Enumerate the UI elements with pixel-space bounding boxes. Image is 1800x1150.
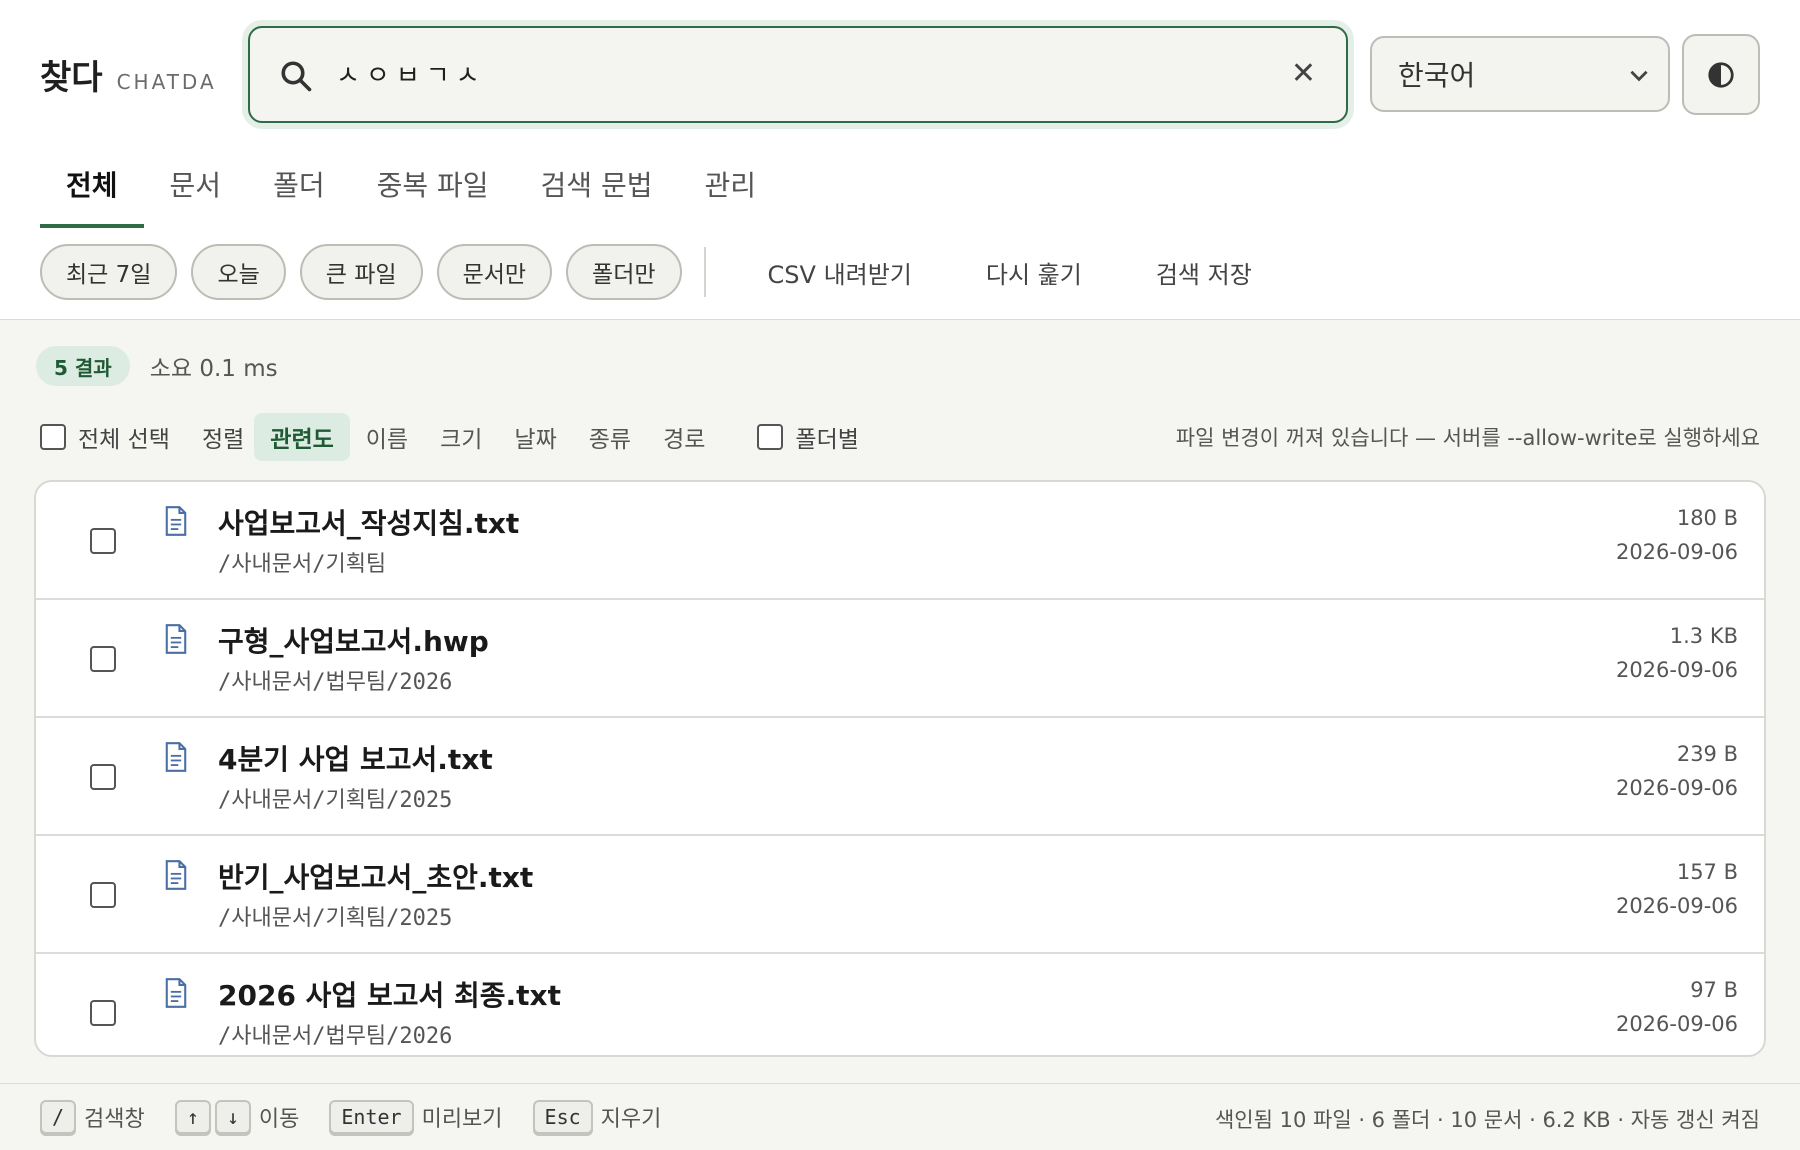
file-name[interactable]: 2026 사업 보고서 최종.txt xyxy=(218,974,561,1014)
tab-search-syntax[interactable]: 검색 문법 xyxy=(515,150,679,228)
list-item[interactable]: 반기_사업보고서_초안.txt /사내문서/기획팀/2025 157 B 202… xyxy=(36,836,1764,954)
index-stats: 색인됨 10 파일 · 6 폴더 · 10 문서 · 6.2 KB · 자동 갱… xyxy=(1214,1108,1760,1132)
save-search-button[interactable]: 검색 저장 xyxy=(1126,244,1282,300)
tab-bar: 전체 문서 폴더 중복 파일 검색 문법 관리 xyxy=(40,150,782,228)
file-date: 2026-09-06 xyxy=(1615,1012,1738,1036)
filter-chip-large-files[interactable]: 큰 파일 xyxy=(299,244,423,300)
sort-type[interactable]: 종류 xyxy=(573,413,647,461)
file-name[interactable]: 4분기 사업 보고서.txt xyxy=(218,738,493,778)
contrast-icon xyxy=(1708,61,1734,88)
search-input[interactable] xyxy=(336,48,1216,98)
shortcut-label: 지우기 xyxy=(600,1107,662,1132)
file-path: /사내문서/법무팀/2026 xyxy=(218,1024,453,1049)
select-all-checkbox[interactable] xyxy=(40,424,66,450)
results-list: 사업보고서_작성지침.txt /사내문서/기획팀 180 B 2026-09-0… xyxy=(34,480,1766,1057)
shortcut-label: 미리보기 xyxy=(421,1107,503,1132)
row-checkbox[interactable] xyxy=(90,764,116,790)
filter-bar: 최근 7일 오늘 큰 파일 문서만 폴더만 CSV 내려받기 다시 훑기 검색 … xyxy=(40,244,1282,300)
file-size: 180 B xyxy=(1676,506,1738,530)
result-meta: 5 결과 소요 0.1 ms xyxy=(36,346,278,386)
list-item[interactable]: 4분기 사업 보고서.txt /사내문서/기획팀/2025 239 B 2026… xyxy=(36,718,1764,836)
sort-relevance[interactable]: 관련도 xyxy=(254,413,350,461)
file-path: /사내문서/법무팀/2026 xyxy=(218,670,453,695)
file-name[interactable]: 반기_사업보고서_초안.txt xyxy=(218,856,533,896)
language-select[interactable]: 한국어 xyxy=(1370,36,1670,112)
file-icon xyxy=(165,860,187,890)
filter-chip-documents-only[interactable]: 문서만 xyxy=(436,244,553,300)
tab-all[interactable]: 전체 xyxy=(40,150,144,228)
rescan-button[interactable]: 다시 훑기 xyxy=(956,244,1112,300)
status-footer: / 검색창 ↑ ↓ 이동 Enter 미리보기 Esc 지우기 색인됨 10 파… xyxy=(0,1083,1800,1150)
file-icon xyxy=(165,624,187,654)
file-path: /사내문서/기획팀 xyxy=(218,552,387,577)
file-size: 97 B xyxy=(1690,978,1738,1002)
sort-date[interactable]: 날짜 xyxy=(498,413,572,461)
sort-label: 정렬 xyxy=(201,427,245,453)
file-date: 2026-09-06 xyxy=(1615,658,1738,682)
list-item[interactable]: 사업보고서_작성지침.txt /사내문서/기획팀 180 B 2026-09-0… xyxy=(36,482,1764,600)
row-checkbox[interactable] xyxy=(90,1000,116,1026)
file-name[interactable]: 구형_사업보고서.hwp xyxy=(218,620,489,660)
file-name[interactable]: 사업보고서_작성지침.txt xyxy=(218,502,519,542)
row-checkbox[interactable] xyxy=(90,882,116,908)
file-icon xyxy=(165,978,187,1008)
search-icon xyxy=(281,61,312,92)
file-date: 2026-09-06 xyxy=(1615,540,1738,564)
result-count-badge: 5 결과 xyxy=(36,346,130,386)
kbd-slash: / xyxy=(40,1100,77,1134)
tab-duplicates[interactable]: 중복 파일 xyxy=(351,150,515,228)
top-bar: 찾다 CHATDA ✕ 한국어 전체 문서 폴더 중복 파일 검색 문법 관리 … xyxy=(0,0,1800,320)
tab-folders[interactable]: 폴더 xyxy=(247,150,351,228)
list-item[interactable]: 2026 사업 보고서 최종.txt /사내문서/법무팀/2026 97 B 2… xyxy=(36,954,1764,1055)
file-size: 239 B xyxy=(1676,742,1738,766)
file-date: 2026-09-06 xyxy=(1615,894,1738,918)
sort-path[interactable]: 경로 xyxy=(647,413,721,461)
close-icon[interactable]: ✕ xyxy=(1291,54,1316,94)
file-path: /사내문서/기획팀/2025 xyxy=(218,906,453,931)
row-checkbox[interactable] xyxy=(90,528,116,554)
tab-documents[interactable]: 문서 xyxy=(144,150,248,228)
write-disabled-notice: 파일 변경이 꺼져 있습니다 — 서버를 --allow-write로 실행하세… xyxy=(1175,426,1760,450)
tab-admin[interactable]: 관리 xyxy=(679,150,783,228)
brand-subtitle: CHATDA xyxy=(116,70,217,94)
filter-chip-last-7-days[interactable]: 최근 7일 xyxy=(40,244,178,300)
filter-chip-folders-only[interactable]: 폴더만 xyxy=(566,244,682,300)
file-size: 1.3 KB xyxy=(1669,624,1738,648)
keyboard-shortcuts: / 검색창 ↑ ↓ 이동 Enter 미리보기 Esc 지우기 xyxy=(40,1100,691,1134)
brand: 찾다 CHATDA xyxy=(40,50,217,99)
kbd-enter: Enter xyxy=(329,1100,414,1134)
kbd-esc: Esc xyxy=(532,1100,593,1134)
divider xyxy=(703,247,706,297)
row-checkbox[interactable] xyxy=(90,646,116,672)
chevron-down-icon xyxy=(1630,70,1648,82)
language-select-value: 한국어 xyxy=(1398,59,1476,92)
sort-name[interactable]: 이름 xyxy=(350,413,424,461)
sort-bar: 전체 선택 정렬 관련도 이름 크기 날짜 종류 경로 폴더별 파일 변경이 꺼… xyxy=(40,412,1760,462)
filter-chip-today[interactable]: 오늘 xyxy=(191,244,286,300)
kbd-up: ↑ xyxy=(174,1100,211,1134)
file-path: /사내문서/기획팀/2025 xyxy=(218,788,453,813)
brand-name: 찾다 xyxy=(40,58,103,98)
file-size: 157 B xyxy=(1676,860,1738,884)
csv-download-button[interactable]: CSV 내려받기 xyxy=(738,244,942,300)
shortcut-label: 이동 xyxy=(258,1107,300,1132)
list-item[interactable]: 구형_사업보고서.hwp /사내문서/법무팀/2026 1.3 KB 2026-… xyxy=(36,600,1764,718)
theme-toggle-button[interactable] xyxy=(1682,34,1760,115)
kbd-down: ↓ xyxy=(214,1100,251,1134)
elapsed-time: 소요 0.1 ms xyxy=(149,356,278,382)
group-by-folder-label[interactable]: 폴더별 xyxy=(795,420,858,454)
file-date: 2026-09-06 xyxy=(1615,776,1738,800)
shortcut-label: 검색창 xyxy=(84,1107,145,1132)
select-all-label[interactable]: 전체 선택 xyxy=(78,420,170,454)
group-by-folder-checkbox[interactable] xyxy=(757,424,784,450)
file-icon xyxy=(165,742,187,772)
search-box[interactable]: ✕ xyxy=(248,26,1348,123)
file-icon xyxy=(165,506,187,536)
sort-size[interactable]: 크기 xyxy=(424,413,498,461)
